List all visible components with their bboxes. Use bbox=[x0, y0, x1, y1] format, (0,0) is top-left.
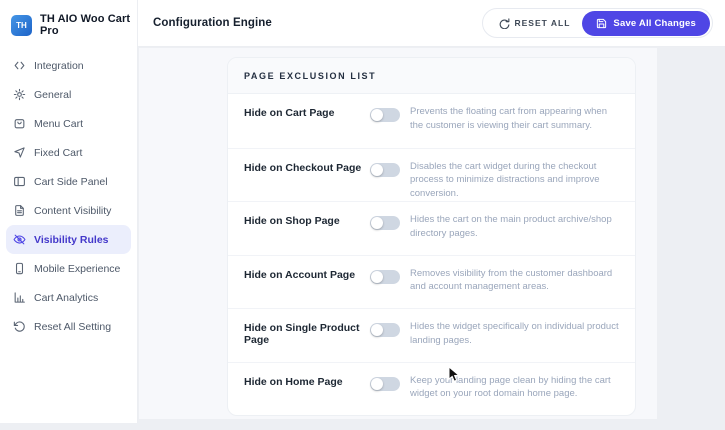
setting-label: Hide on Home Page bbox=[244, 375, 343, 388]
page-title: Configuration Engine bbox=[153, 17, 272, 29]
setting-description: Keep your landing page clean by hiding t… bbox=[410, 374, 611, 400]
setting-label: Hide on Checkout Page bbox=[244, 161, 362, 174]
content-area: PAGE EXCLUSION LIST Hide on Cart Page Pr… bbox=[139, 48, 657, 419]
sidebar-item-label: Reset All Setting bbox=[34, 320, 112, 333]
toggle-switch[interactable] bbox=[370, 269, 400, 284]
sidebar-item-content-visibility[interactable]: Content Visibility bbox=[6, 196, 131, 225]
toggle-knob bbox=[371, 377, 383, 390]
toggle-switch[interactable] bbox=[370, 376, 400, 391]
refresh-icon bbox=[499, 17, 510, 29]
toggle-knob bbox=[371, 324, 383, 336]
sidebar-item-cart-side-panel[interactable]: Cart Side Panel bbox=[6, 167, 131, 196]
reset-all-button[interactable]: RESET ALL bbox=[499, 17, 571, 29]
refresh-icon bbox=[13, 320, 26, 333]
toggle-switch[interactable] bbox=[370, 162, 400, 177]
sidebar: TH TH AIO Woo Cart Pro Integration Gener… bbox=[0, 0, 138, 423]
bottom-strip bbox=[0, 423, 725, 430]
code-icon bbox=[13, 59, 26, 72]
sidebar-item-integration[interactable]: Integration bbox=[6, 51, 131, 80]
setting-description: Hides the cart on the main product archi… bbox=[410, 214, 612, 239]
sidebar-item-label: Content Visibility bbox=[34, 204, 112, 217]
side-panel-icon bbox=[13, 175, 26, 188]
sidebar-item-label: Fixed Cart bbox=[34, 146, 83, 159]
document-icon bbox=[13, 204, 26, 217]
eye-off-icon bbox=[13, 233, 26, 246]
brand: TH TH AIO Woo Cart Pro bbox=[0, 0, 137, 49]
setting-row: Hide on Account Page Removes visibility … bbox=[228, 254, 635, 309]
setting-label: Hide on Shop Page bbox=[244, 215, 340, 227]
sidebar-nav: Integration General Menu Cart Fixed Cart bbox=[0, 49, 137, 343]
toggle-knob bbox=[371, 217, 383, 229]
setting-label: Hide on Cart Page bbox=[244, 107, 335, 119]
toggle-switch[interactable] bbox=[370, 323, 400, 337]
sidebar-item-cart-analytics[interactable]: Cart Analytics bbox=[6, 283, 131, 312]
toggle-switch[interactable] bbox=[370, 216, 400, 230]
sidebar-item-label: Visibility Rules bbox=[34, 233, 109, 246]
toggle-knob bbox=[371, 163, 383, 176]
setting-row: Hide on Cart Page Prevents the floating … bbox=[228, 94, 635, 148]
card-title: PAGE EXCLUSION LIST bbox=[244, 70, 377, 81]
header-actions: RESET ALL Save All Changes bbox=[481, 8, 713, 38]
sidebar-item-fixed-cart[interactable]: Fixed Cart bbox=[6, 138, 131, 167]
sidebar-item-visibility-rules[interactable]: Visibility Rules bbox=[6, 225, 131, 254]
bar-chart-icon bbox=[13, 291, 26, 304]
sidebar-item-mobile-experience[interactable]: Mobile Experience bbox=[6, 254, 131, 283]
sidebar-item-reset-all-setting[interactable]: Reset All Setting bbox=[6, 312, 131, 341]
save-all-changes-button[interactable]: Save All Changes bbox=[582, 10, 710, 36]
setting-row: Hide on Home Page Keep your landing page… bbox=[228, 361, 635, 416]
reset-all-label: RESET ALL bbox=[514, 18, 571, 28]
gear-icon bbox=[13, 88, 26, 101]
sidebar-item-menu-cart[interactable]: Menu Cart bbox=[6, 109, 131, 138]
sidebar-item-label: Integration bbox=[34, 59, 84, 72]
card-header: PAGE EXCLUSION LIST bbox=[228, 58, 635, 94]
menu-cart-icon bbox=[13, 117, 26, 130]
setting-label: Hide on Single Product Page bbox=[244, 322, 360, 346]
toggle-knob bbox=[371, 270, 383, 283]
toggle-knob bbox=[371, 109, 383, 121]
setting-label: Hide on Account Page bbox=[244, 268, 356, 281]
sidebar-item-label: Cart Analytics bbox=[34, 291, 99, 304]
brand-name: TH AIO Woo Cart Pro bbox=[40, 13, 131, 37]
setting-row: Hide on Single Product Page Hides the wi… bbox=[228, 308, 635, 362]
sidebar-item-label: Menu Cart bbox=[34, 117, 84, 130]
app-window: Configuration Engine RESET ALL Save All … bbox=[0, 0, 725, 430]
setting-description: Disables the cart widget during the chec… bbox=[410, 160, 600, 199]
setting-row: Hide on Checkout Page Disables the cart … bbox=[228, 147, 635, 202]
sidebar-item-label: General bbox=[34, 88, 72, 101]
save-icon bbox=[596, 18, 607, 29]
save-all-changes-label: Save All Changes bbox=[613, 17, 696, 29]
sidebar-item-general[interactable]: General bbox=[6, 80, 131, 109]
brand-logo: TH bbox=[11, 14, 32, 36]
toggle-switch[interactable] bbox=[370, 108, 400, 122]
setting-description: Removes visibility from the customer das… bbox=[410, 267, 613, 293]
top-header: Configuration Engine RESET ALL Save All … bbox=[138, 0, 725, 47]
page-exclusion-card: PAGE EXCLUSION LIST Hide on Cart Page Pr… bbox=[227, 57, 636, 416]
setting-description: Prevents the floating cart from appearin… bbox=[410, 106, 607, 131]
phone-icon bbox=[13, 262, 26, 275]
setting-description: Hides the widget specifically on individ… bbox=[410, 321, 619, 346]
sidebar-item-label: Mobile Experience bbox=[34, 262, 121, 275]
sidebar-item-label: Cart Side Panel bbox=[34, 175, 108, 188]
cursor-icon bbox=[13, 146, 26, 159]
setting-row: Hide on Shop Page Hides the cart on the … bbox=[228, 201, 635, 255]
